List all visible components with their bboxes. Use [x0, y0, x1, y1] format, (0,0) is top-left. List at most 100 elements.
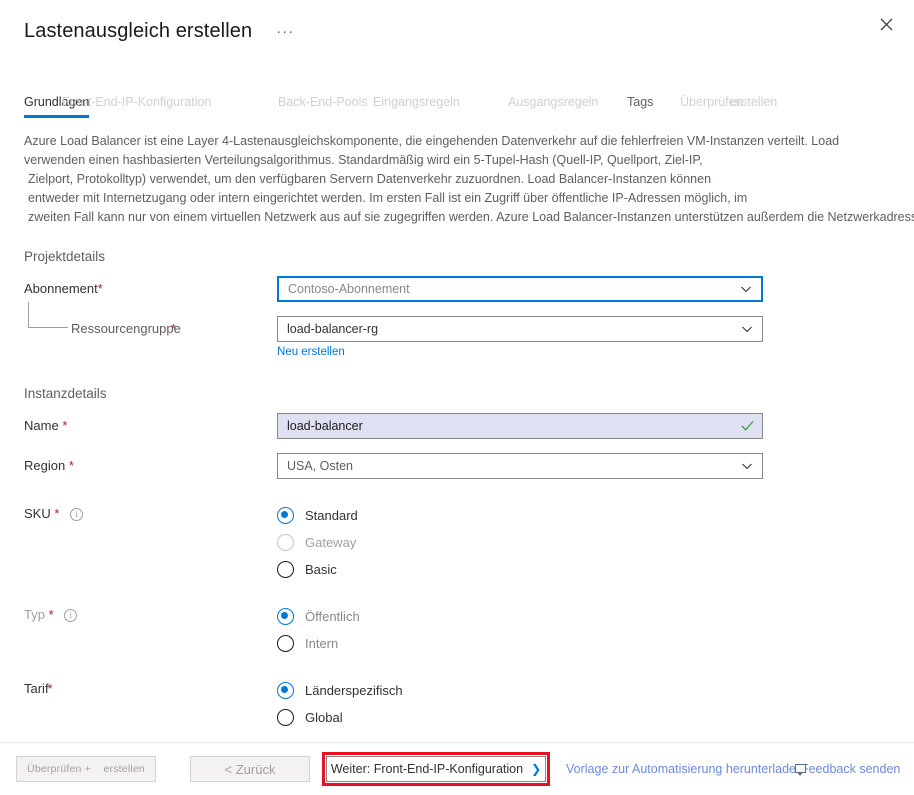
- name-label-text: Name: [24, 418, 59, 433]
- wizard-tabs: Grundlagen Front-End-IP-Konfiguration Ba…: [0, 86, 914, 118]
- typ-option-intern[interactable]: Intern: [277, 631, 360, 656]
- field-row-sku: SKU * i Standard Gateway Basic: [24, 501, 914, 584]
- radio-dot-icon: [277, 635, 294, 652]
- create-load-balancer-blade: Lastenausgleich erstellen ··· Grundlagen…: [0, 0, 914, 795]
- info-icon[interactable]: i: [70, 508, 84, 521]
- sku-label: SKU * i: [24, 501, 277, 521]
- tarif-option-label: Global: [305, 710, 343, 725]
- radio-dot-icon: [277, 507, 294, 524]
- radio-dot-icon: [277, 561, 294, 578]
- blade-footer: Überprüfen + erstellen < Zurück Weiter: …: [0, 743, 914, 795]
- close-icon[interactable]: [870, 8, 902, 40]
- typ-radio-group: Öffentlich Intern: [277, 602, 360, 658]
- tab-tags[interactable]: Tags: [627, 95, 653, 115]
- radio-dot-icon: [277, 682, 294, 699]
- chevron-down-icon: [741, 323, 753, 335]
- ressourcengruppe-field: load-balancer-rg Neu erstellen: [277, 316, 763, 360]
- abonnement-label: Abonnement*: [24, 276, 277, 296]
- tab-frontend-ip-konfiguration[interactable]: Front-End-IP-Konfiguration: [62, 95, 211, 115]
- required-marker: *: [47, 681, 53, 696]
- region-field: USA, Osten: [277, 453, 763, 479]
- sku-option-label: Basic: [305, 562, 337, 577]
- section-projektdetails: Projektdetails: [24, 249, 106, 264]
- description-line-2: verwenden einen hashbasierten Verteilung…: [24, 153, 703, 167]
- required-marker: *: [97, 281, 103, 296]
- tab-ausgangsregeln[interactable]: Ausgangsregeln: [508, 95, 598, 115]
- required-marker: *: [48, 607, 54, 622]
- sku-option-label: Gateway: [305, 535, 357, 550]
- review-create-button[interactable]: Überprüfen + erstellen: [16, 756, 156, 782]
- required-marker: *: [170, 321, 176, 336]
- typ-label: Typ * i: [24, 602, 277, 622]
- required-marker: *: [54, 506, 60, 521]
- sku-radio-group: Standard Gateway Basic: [277, 501, 358, 584]
- checkmark-icon: [741, 421, 754, 432]
- footer-links: Vorlage zur Automatisierung herunterlade…: [566, 762, 900, 776]
- ressourcengruppe-dropdown[interactable]: load-balancer-rg: [277, 316, 763, 342]
- send-feedback-link[interactable]: Feedback senden: [801, 762, 900, 776]
- more-options-button[interactable]: ···: [270, 20, 300, 43]
- sku-label-text: SKU: [24, 506, 51, 521]
- abonnement-dropdown[interactable]: Contoso-Abonnement: [277, 276, 763, 302]
- ressourcengruppe-value: load-balancer-rg: [287, 322, 379, 336]
- field-row-name: Name * load-balancer: [24, 413, 914, 439]
- typ-option-oeffentlich[interactable]: Öffentlich: [277, 604, 360, 629]
- next-button-highlight: Weiter: Front-End-IP-Konfiguration ❯: [322, 752, 550, 786]
- field-row-typ: Typ * i Öffentlich Intern: [24, 602, 914, 658]
- ressourcengruppe-label-text: Ressourcengruppe: [71, 321, 181, 336]
- ressourcengruppe-label: Ressourcengruppe*: [24, 302, 277, 336]
- region-dropdown[interactable]: USA, Osten: [277, 453, 763, 479]
- required-marker: *: [68, 458, 74, 473]
- blade-content: Azure Load Balancer ist eine Layer 4-Las…: [0, 118, 914, 742]
- typ-label-text: Typ: [24, 607, 45, 622]
- sku-option-standard[interactable]: Standard: [277, 503, 358, 528]
- abonnement-label-text: Abonnement: [24, 281, 98, 296]
- sku-option-label: Standard: [305, 508, 358, 523]
- description-line-3: Zielport, Protokolltyp) verwendet, um de…: [28, 172, 712, 186]
- field-row-tarif: Tarif* Länderspezifisch Global: [24, 676, 914, 732]
- abonnement-field: Contoso-Abonnement: [277, 276, 763, 302]
- description-text: Azure Load Balancer ist eine Layer 4-Las…: [24, 132, 914, 227]
- tab-backend-pools[interactable]: Back-End-Pools: [278, 95, 368, 115]
- create-new-resource-group-link[interactable]: Neu erstellen: [277, 346, 345, 358]
- field-row-region: Region * USA, Osten: [24, 453, 914, 479]
- name-input[interactable]: load-balancer: [277, 413, 763, 439]
- download-template-link[interactable]: Vorlage zur Automatisierung herunterlade…: [566, 762, 803, 776]
- back-button[interactable]: < Zurück: [190, 756, 310, 782]
- field-row-ressourcengruppe: Ressourcengruppe* load-balancer-rg Neu e…: [24, 302, 914, 360]
- name-field: load-balancer: [277, 413, 763, 439]
- description-line-4: entweder mit Internetzugang oder intern …: [28, 191, 748, 205]
- tarif-option-laenderspezifisch[interactable]: Länderspezifisch: [277, 678, 403, 703]
- typ-option-label: Intern: [305, 636, 339, 651]
- next-button[interactable]: Weiter: Front-End-IP-Konfiguration ❯: [326, 756, 546, 782]
- page-title: Lastenausgleich erstellen: [24, 20, 253, 42]
- blade-header: Lastenausgleich erstellen ···: [0, 0, 914, 62]
- radio-dot-icon: [277, 709, 294, 726]
- radio-dot-icon: [277, 608, 294, 625]
- region-label-text: Region: [24, 458, 66, 473]
- feedback-icon: [794, 763, 806, 776]
- abonnement-value: Contoso-Abonnement: [288, 282, 410, 296]
- tarif-label: Tarif*: [24, 676, 277, 696]
- description-line-5: zweiten Fall kann nur von einem virtuell…: [28, 210, 914, 224]
- tarif-option-label: Länderspezifisch: [305, 683, 403, 698]
- name-label: Name *: [24, 413, 277, 433]
- typ-option-label: Öffentlich: [305, 609, 360, 624]
- field-row-abonnement: Abonnement* Contoso-Abonnement: [24, 276, 914, 302]
- tab-eingangsregeln[interactable]: Eingangsregeln: [373, 95, 460, 115]
- tarif-radio-group: Länderspezifisch Global: [277, 676, 403, 732]
- tab-erstellen[interactable]: erstellen: [730, 95, 777, 115]
- tarif-option-global[interactable]: Global: [277, 705, 403, 730]
- tarif-label-text: Tarif: [24, 681, 49, 696]
- sku-option-basic[interactable]: Basic: [277, 557, 358, 582]
- name-value: load-balancer: [287, 419, 363, 433]
- info-icon[interactable]: i: [64, 609, 78, 622]
- chevron-down-icon: [741, 460, 753, 472]
- region-value: USA, Osten: [287, 459, 353, 473]
- sku-option-gateway: Gateway: [277, 530, 358, 555]
- chevron-down-icon: [740, 283, 752, 295]
- radio-dot-icon: [277, 534, 294, 551]
- description-line-1: Azure Load Balancer ist eine Layer 4-Las…: [24, 134, 840, 148]
- indent-connector: [28, 302, 68, 328]
- section-instanzdetails: Instanzdetails: [24, 386, 107, 401]
